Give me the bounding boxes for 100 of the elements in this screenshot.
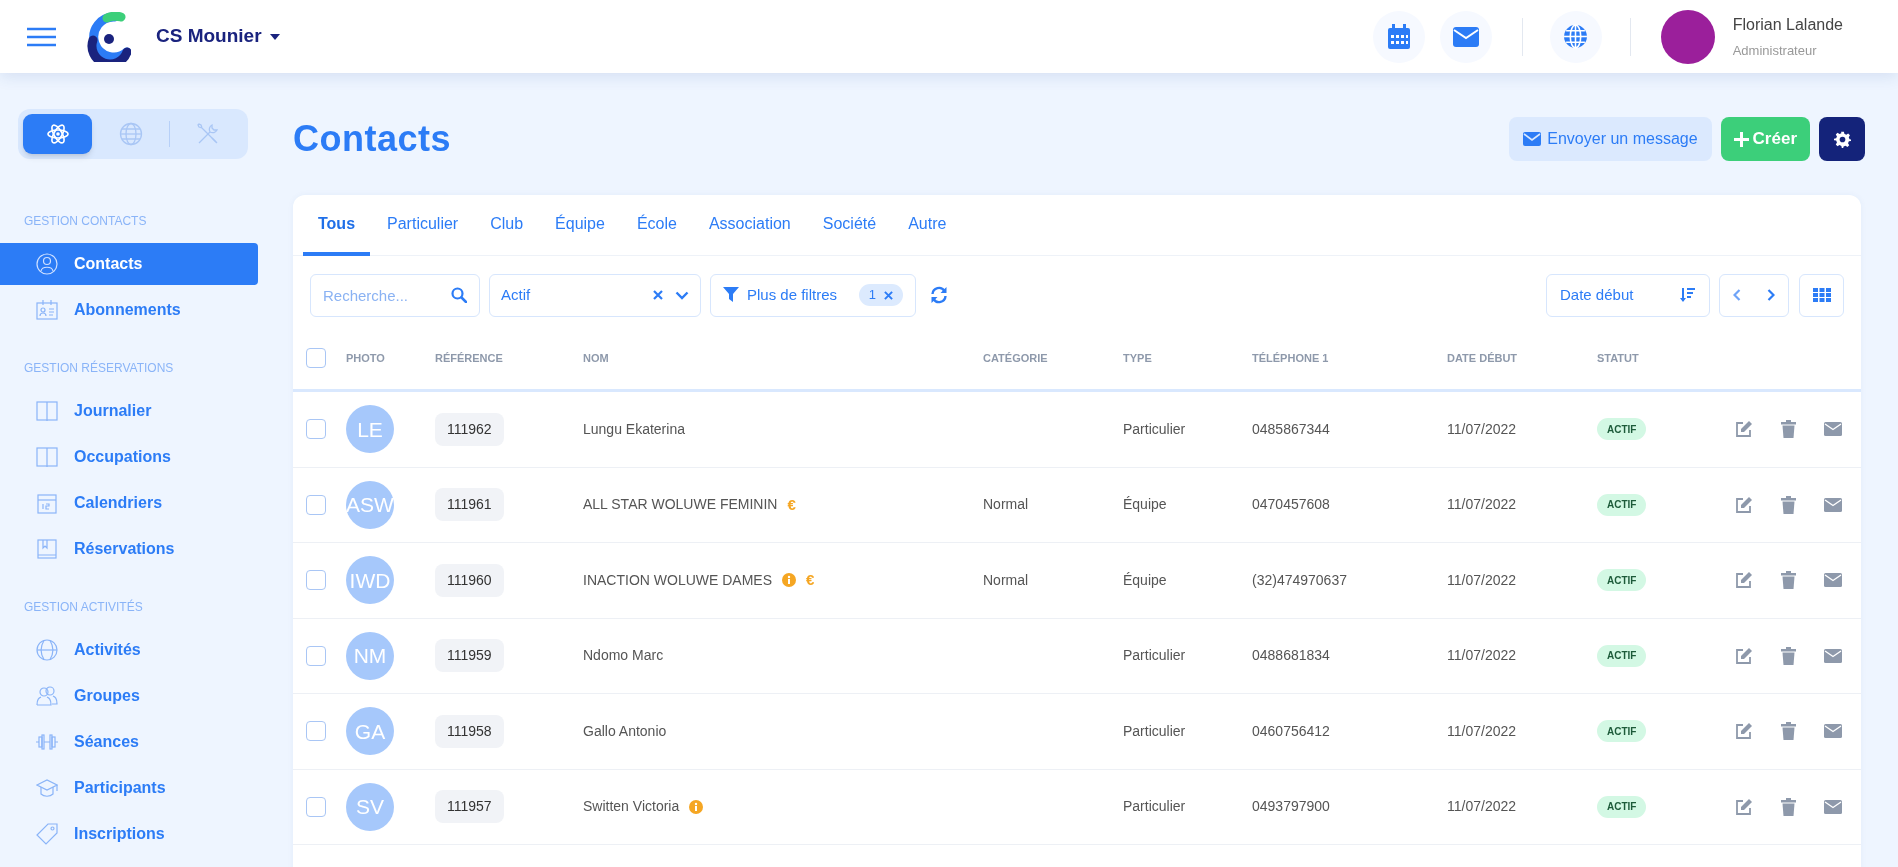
avatar-initials: IWD [346, 556, 394, 605]
mail-icon[interactable] [1824, 573, 1842, 588]
column-header: TÉLÉPHONE 1 [1252, 350, 1329, 366]
category-cell-text: Normal [983, 495, 1029, 515]
type-cell-text: Particulier [1123, 797, 1186, 817]
sidebar-item[interactable]: Occupations [0, 436, 258, 478]
column-header: RÉFÉRENCE [435, 350, 503, 366]
settings-button[interactable] [1819, 117, 1865, 161]
refresh-icon[interactable] [930, 286, 948, 304]
status-badge: ACTIF [1597, 720, 1647, 743]
mail-icon[interactable] [1824, 648, 1842, 663]
trash-icon[interactable] [1781, 797, 1796, 816]
mode-tab[interactable] [23, 114, 92, 154]
sidebar-item[interactable]: Participants [0, 767, 258, 809]
checkbox[interactable] [306, 645, 326, 666]
avatar-initials: GA [346, 707, 394, 756]
chevron-down-icon[interactable] [675, 290, 689, 300]
edit-icon[interactable] [1735, 646, 1753, 665]
edit-icon[interactable] [1735, 495, 1753, 514]
mail-icon[interactable] [1824, 422, 1842, 437]
checkbox[interactable] [306, 796, 326, 817]
name-cell-text: ALL STAR WOLUWE FEMININ [583, 495, 778, 515]
reference-tag: 111961 [435, 488, 504, 522]
reference-tag: 111957 [435, 790, 504, 824]
avatar-initials: ASW [346, 480, 394, 529]
trash-icon[interactable] [1781, 420, 1796, 439]
sidebar-item[interactable]: Activités [0, 629, 258, 671]
ball-icon [36, 639, 58, 661]
trash-icon[interactable] [1781, 646, 1796, 665]
edit-icon[interactable] [1735, 722, 1753, 741]
edit-icon[interactable] [1735, 571, 1753, 590]
tab[interactable]: Société [807, 195, 892, 256]
sidebar-item[interactable]: Inscriptions [0, 813, 258, 855]
menu-icon[interactable] [27, 26, 56, 47]
name-cell-text: INACTION WOLUWE DAMES [583, 570, 772, 590]
chevron-left-icon[interactable] [1733, 289, 1741, 301]
settings-icon [1833, 130, 1851, 148]
user-name: Florian Lalande [1732, 14, 1843, 35]
tab[interactable]: Particulier [372, 195, 474, 256]
column-header: PHOTO [346, 350, 385, 366]
graduation-cap-icon [36, 777, 58, 799]
type-cell-text: Particulier [1123, 419, 1186, 439]
date-cell-text: 11/07/2022 [1447, 419, 1517, 439]
euro-sign: € [787, 494, 796, 515]
edit-icon[interactable] [1735, 797, 1753, 816]
reference-tag: 111959 [435, 639, 504, 673]
sidebar-item[interactable]: Groupes [0, 675, 258, 717]
organization-dropdown[interactable]: CS Mounier [156, 22, 280, 51]
send-message-button[interactable]: Envoyer un message [1509, 117, 1712, 161]
logo-icon[interactable] [85, 11, 131, 62]
checkbox[interactable] [306, 348, 326, 368]
tab[interactable]: Club [475, 195, 539, 256]
users-icon [36, 685, 58, 707]
grid-view-button[interactable] [1799, 273, 1844, 317]
trash-icon[interactable] [1781, 571, 1796, 590]
column-header: STATUT [1597, 350, 1639, 366]
sidebar-item[interactable]: Contacts [0, 243, 258, 285]
status-badge: ACTIF [1597, 795, 1647, 818]
checkbox[interactable] [306, 570, 326, 591]
search-field[interactable]: Recherche... [310, 273, 480, 317]
name-cell-text: Switten Victoria [583, 797, 680, 817]
tag-icon [36, 823, 58, 845]
status-badge: ACTIF [1597, 644, 1647, 667]
book-icon [36, 400, 58, 422]
checkbox[interactable] [306, 419, 326, 440]
date-cell-text: 11/07/2022 [1447, 495, 1517, 515]
phone-cell-text: 0488681834 [1252, 646, 1330, 666]
name-cell-text: Lungu Ekaterina [583, 419, 685, 439]
checkbox[interactable] [306, 494, 326, 515]
tab[interactable]: Équipe [540, 195, 620, 256]
sidebar-item[interactable]: Journalier [0, 390, 258, 432]
tab[interactable]: Autre [893, 195, 962, 256]
sidebar-item[interactable]: Abonnements [0, 289, 258, 331]
avatar-initials: LE [346, 405, 394, 454]
search-icon[interactable] [451, 286, 467, 303]
edit-icon[interactable] [1735, 420, 1753, 439]
chevron-right-icon[interactable] [1767, 289, 1775, 301]
info-icon [689, 799, 704, 814]
type-cell-text: Particulier [1123, 646, 1186, 666]
create-button[interactable]: Créer [1720, 117, 1810, 161]
more-filters-button[interactable]: Plus de filtres 1 [710, 273, 916, 317]
mail-icon [1523, 132, 1542, 146]
trash-icon[interactable] [1781, 722, 1796, 741]
status-select[interactable]: Actif [489, 273, 701, 317]
sort-descending-icon [1680, 287, 1696, 303]
column-header: NOM [583, 350, 609, 366]
trash-icon[interactable] [1781, 495, 1796, 514]
sidebar-item[interactable]: Calendriers [0, 482, 258, 524]
mail-icon[interactable] [1824, 724, 1842, 739]
sort-dropdown[interactable]: Date début [1546, 273, 1710, 317]
sidebar-item[interactable]: Séances [0, 721, 258, 763]
mail-icon[interactable] [1824, 497, 1842, 512]
mail-icon[interactable] [1824, 799, 1842, 814]
clear-icon[interactable] [653, 290, 663, 300]
clear-icon[interactable] [884, 290, 893, 300]
tab[interactable]: École [621, 195, 692, 256]
tab[interactable]: Tous [303, 195, 371, 256]
tab[interactable]: Association [693, 195, 806, 256]
sidebar-item[interactable]: Réservations [0, 528, 258, 570]
checkbox[interactable] [306, 721, 326, 742]
